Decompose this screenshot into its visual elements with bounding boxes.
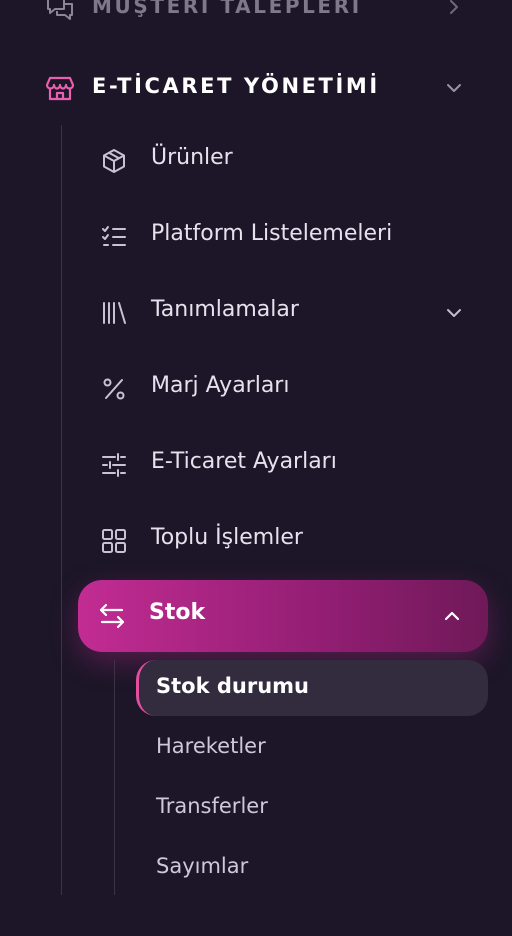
sub-item-hareketler[interactable]: Hareketler	[136, 720, 488, 776]
sidebar-item-label: Marj Ayarları	[151, 373, 290, 398]
sub-item-stok-durumu[interactable]: Stok durumu	[136, 660, 488, 716]
sidebar-item-label: Stok	[149, 600, 206, 625]
sub-item-sayimlar[interactable]: Sayımlar	[136, 840, 488, 896]
store-icon	[44, 72, 76, 104]
chevron-right-icon	[444, 0, 464, 17]
cube-icon	[100, 147, 128, 175]
sidebar-item-label: E-Ticaret Ayarları	[151, 449, 337, 474]
sidebar-item-stok[interactable]: Stok	[78, 580, 488, 652]
chevron-down-icon	[444, 78, 464, 98]
tree-guide-line	[61, 125, 62, 895]
sidebar-item-urunler[interactable]: Ürünler	[80, 125, 488, 195]
sidebar-item-label: Ürünler	[151, 145, 233, 170]
sub-item-label: Sayımlar	[156, 854, 249, 878]
checklist-icon	[100, 223, 128, 251]
section-label: E-TİCARET YÖNETİMİ	[92, 74, 380, 98]
sub-item-label: Hareketler	[156, 734, 266, 758]
sub-item-transferler[interactable]: Transferler	[136, 780, 488, 836]
sub-item-label: Transferler	[156, 794, 268, 818]
library-icon	[100, 299, 128, 327]
sidebar-item-label: Platform Listelemeleri	[151, 221, 393, 246]
chat-bubbles-icon	[44, 0, 76, 24]
sidebar-item-tanimlamalar[interactable]: Tanımlamalar	[80, 277, 488, 347]
sidebar-item-platform-listelemeleri[interactable]: Platform Listelemeleri	[80, 201, 488, 271]
chevron-up-icon	[442, 606, 462, 626]
sliders-icon	[100, 451, 128, 479]
grid-icon	[100, 527, 128, 555]
sidebar-item-marj-ayarlari[interactable]: Marj Ayarları	[80, 353, 488, 423]
sub-tree-guide-line	[114, 660, 115, 895]
percent-icon	[100, 375, 128, 403]
sidebar-item-toplu-islemler[interactable]: Toplu İşlemler	[80, 505, 488, 575]
swap-arrows-icon	[98, 602, 126, 630]
sub-item-label: Stok durumu	[156, 674, 309, 698]
section-e-ticaret-yonetimi[interactable]: E-TİCARET YÖNETİMİ	[0, 62, 512, 114]
sidebar-item-e-ticaret-ayarlari[interactable]: E-Ticaret Ayarları	[80, 429, 488, 499]
section-musteri-talepleri[interactable]: MÜŞTERİ TALEPLERİ	[0, 0, 512, 32]
chevron-down-icon	[444, 303, 464, 323]
sidebar-nav: MÜŞTERİ TALEPLERİ E-TİCARET YÖNETİMİ Ürü…	[0, 0, 512, 936]
sidebar-item-label: Tanımlamalar	[151, 297, 299, 322]
section-label: MÜŞTERİ TALEPLERİ	[92, 0, 362, 18]
sidebar-item-label: Toplu İşlemler	[151, 525, 303, 550]
